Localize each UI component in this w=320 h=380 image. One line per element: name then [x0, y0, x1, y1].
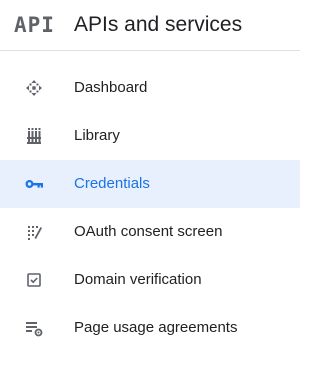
sidebar-item-label: OAuth consent screen	[74, 223, 223, 240]
library-icon	[24, 126, 44, 146]
page-title: APIs and services	[74, 13, 243, 36]
sidebar-item-library[interactable]: Library	[0, 112, 300, 160]
sidebar-item-domain-verification[interactable]: Domain verification	[0, 256, 300, 304]
checkbox-icon	[24, 270, 44, 290]
sidebar-item-label: Credentials	[74, 175, 150, 192]
sidebar-item-dashboard[interactable]: Dashboard	[0, 64, 300, 112]
key-icon	[24, 174, 44, 194]
sidebar-nav: Dashboard Library Credentials OAuth cons…	[0, 64, 300, 352]
dashboard-icon	[24, 78, 44, 98]
sidebar-item-label: Domain verification	[74, 271, 202, 288]
api-logo: API	[14, 13, 55, 37]
settings-list-icon	[24, 318, 44, 338]
consent-icon	[24, 222, 44, 242]
app-header: API APIs and services	[0, 0, 300, 51]
sidebar-item-page-usage-agreements[interactable]: Page usage agreements	[0, 304, 300, 352]
sidebar-item-label: Dashboard	[74, 79, 148, 96]
sidebar-item-label: Library	[74, 127, 120, 144]
sidebar-item-credentials[interactable]: Credentials	[0, 160, 300, 208]
sidebar-item-label: Page usage agreements	[74, 319, 238, 336]
sidebar-item-oauth-consent[interactable]: OAuth consent screen	[0, 208, 300, 256]
